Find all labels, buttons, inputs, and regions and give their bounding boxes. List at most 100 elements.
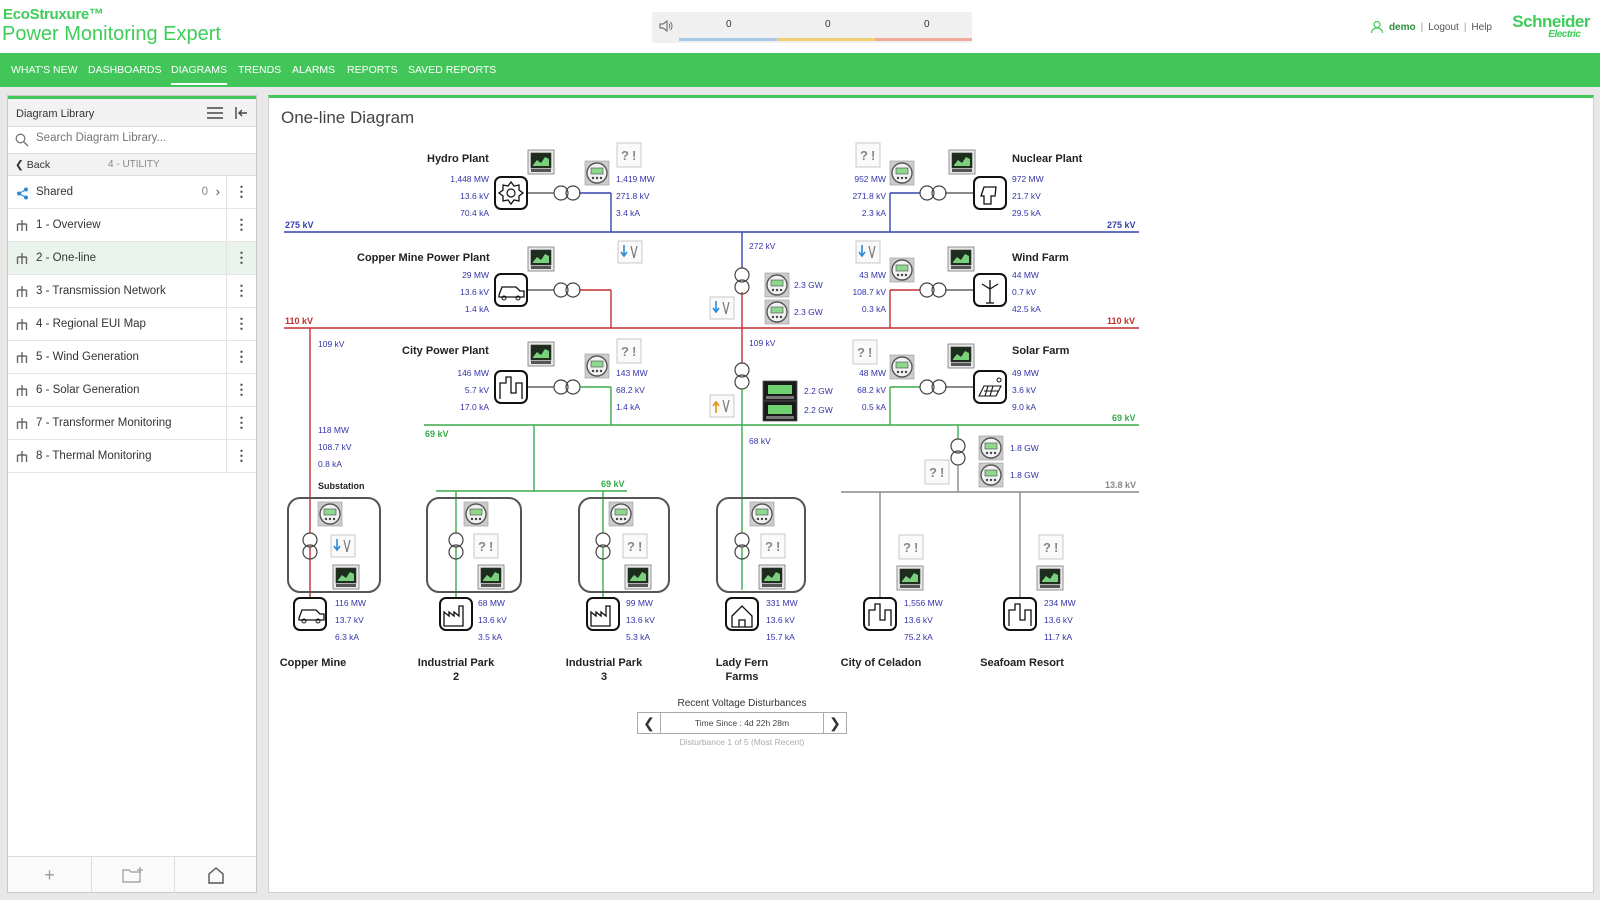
menu-icon[interactable] <box>207 107 223 119</box>
city-power-plant[interactable]: City Power Plant 146 MW 5.7 kV 17.0 kA 1… <box>402 338 648 425</box>
prev-disturbance-button[interactable]: ❮ <box>637 712 661 734</box>
voltage-sag-icon[interactable] <box>855 240 881 264</box>
nav-diagrams[interactable]: DIAGRAMS <box>171 64 228 85</box>
solar-panel-icon[interactable] <box>973 370 1007 404</box>
meter-icon[interactable] <box>317 501 343 527</box>
meter-icon[interactable] <box>584 353 610 379</box>
substation-copper-mine[interactable]: 109 kV 118 MW 108.7 kV 0.8 kA Substation <box>287 328 381 631</box>
status-unknown-icon[interactable] <box>473 533 499 559</box>
voltage-sag-icon[interactable] <box>617 240 643 264</box>
farm-house-icon[interactable] <box>725 597 759 631</box>
meter-icon[interactable] <box>764 299 790 325</box>
industrial-park-3[interactable] <box>578 497 670 631</box>
kebab-menu-icon[interactable]: ⋮ <box>226 242 256 274</box>
kebab-menu-icon[interactable]: ⋮ <box>226 374 256 406</box>
rtu-device-icon[interactable] <box>762 380 798 402</box>
meter-icon[interactable] <box>978 435 1004 461</box>
add-folder-button[interactable] <box>91 857 174 893</box>
logout-link[interactable]: Logout <box>1428 22 1459 33</box>
library-item-overview[interactable]: 1 - Overview ⋮ <box>8 209 256 242</box>
home-button[interactable] <box>174 857 257 893</box>
status-unknown-icon[interactable] <box>924 459 950 485</box>
kebab-menu-icon[interactable]: ⋮ <box>226 176 256 208</box>
meter-icon[interactable] <box>463 501 489 527</box>
power-meter-icon[interactable] <box>947 343 975 369</box>
power-meter-icon[interactable] <box>527 341 555 367</box>
library-item-wind-generation[interactable]: 5 - Wind Generation ⋮ <box>8 341 256 374</box>
meter-icon[interactable] <box>608 501 634 527</box>
library-item-regional-eui-map[interactable]: 4 - Regional EUI Map ⋮ <box>8 308 256 341</box>
meter-icon[interactable] <box>889 160 915 186</box>
status-unknown-icon[interactable] <box>616 338 642 364</box>
back-button[interactable]: ❮ Back <box>15 159 50 171</box>
solar-farm[interactable]: Solar Farm 49 MW 3.6 kV 9.0 kA 48 MW 68.… <box>852 339 1070 425</box>
power-meter-icon[interactable] <box>1036 565 1064 591</box>
hydro-plant[interactable]: Hydro Plant 1,448 MW 13.6 kV 70.4 kA 1,4… <box>427 142 655 232</box>
status-unknown-icon[interactable] <box>616 142 642 168</box>
library-item-transformer-monitoring[interactable]: 7 - Transformer Monitoring ⋮ <box>8 407 256 440</box>
status-unknown-icon[interactable] <box>855 142 881 168</box>
industrial-park-2[interactable] <box>426 497 522 631</box>
library-item-one-line[interactable]: 2 - One-line ⋮ <box>8 242 256 275</box>
kebab-menu-icon[interactable]: ⋮ <box>226 407 256 439</box>
kebab-menu-icon[interactable]: ⋮ <box>226 275 256 307</box>
power-meter-icon[interactable] <box>948 149 976 175</box>
collapse-panel-icon[interactable] <box>234 106 248 120</box>
kebab-menu-icon[interactable]: ⋮ <box>226 440 256 472</box>
status-unknown-icon[interactable] <box>760 533 786 559</box>
status-unknown-icon[interactable] <box>622 533 648 559</box>
next-disturbance-button[interactable]: ❯ <box>823 712 847 734</box>
reading: 13.6 kV <box>766 615 795 625</box>
power-meter-icon[interactable] <box>896 565 924 591</box>
power-meter-icon[interactable] <box>527 246 555 272</box>
search-input[interactable] <box>36 132 246 144</box>
nav-reports[interactable]: REPORTS <box>347 64 398 76</box>
nav-saved-reports[interactable]: SAVED REPORTS <box>408 64 496 76</box>
nuclear-plant[interactable]: Nuclear Plant 972 MW 21.7 kV 29.5 kA 952… <box>852 142 1083 232</box>
library-item-solar-generation[interactable]: 6 - Solar Generation ⋮ <box>8 374 256 407</box>
nav-dashboards[interactable]: DASHBOARDS <box>88 64 162 76</box>
power-meter-icon[interactable] <box>332 564 360 590</box>
username-link[interactable]: demo <box>1389 22 1416 33</box>
library-item-transmission-network[interactable]: 3 - Transmission Network ⋮ <box>8 275 256 308</box>
wind-farm[interactable]: Wind Farm 44 MW 0.7 kV 42.5 kA 43 MW 108… <box>852 240 1069 328</box>
nav-whats-new[interactable]: WHAT'S NEW <box>11 64 78 76</box>
power-meter-icon[interactable] <box>758 564 786 590</box>
status-unknown-icon[interactable] <box>898 534 924 560</box>
library-item-thermal-monitoring[interactable]: 8 - Thermal Monitoring ⋮ <box>8 440 256 473</box>
speaker-icon[interactable] <box>658 18 674 34</box>
help-link[interactable]: Help <box>1471 22 1492 33</box>
meter-icon[interactable] <box>889 354 915 380</box>
power-meter-icon[interactable] <box>624 564 652 590</box>
nav-alarms[interactable]: ALARMS <box>292 64 335 76</box>
nav-trends[interactable]: TRENDS <box>238 64 281 76</box>
lady-fern-farms[interactable] <box>716 497 806 631</box>
rtu-device-icon[interactable] <box>762 400 798 422</box>
add-diagram-button[interactable]: + <box>8 857 91 893</box>
meter-icon[interactable] <box>889 257 915 283</box>
voltage-sag-icon[interactable] <box>330 534 356 558</box>
power-meter-icon[interactable] <box>477 564 505 590</box>
copper-mine-power-plant[interactable]: Copper Mine Power Plant 29 MW 13.6 kV 1.… <box>357 246 612 328</box>
voltage-sag-icon[interactable] <box>709 296 735 320</box>
kebab-menu-icon[interactable]: ⋮ <box>226 209 256 241</box>
meter-icon[interactable] <box>764 272 790 298</box>
status-unknown-icon[interactable] <box>1038 534 1064 560</box>
status-unknown-icon[interactable] <box>852 339 878 365</box>
meter-icon[interactable] <box>584 160 610 186</box>
one-line-diagram: ? ! <box>280 142 1139 683</box>
kebab-menu-icon[interactable]: ⋮ <box>226 308 256 340</box>
meter-icon[interactable] <box>978 462 1004 488</box>
voltage-swell-icon[interactable] <box>709 394 735 418</box>
tie-69-13.8[interactable]: 1.8 GW 1.8 GW <box>924 425 1039 492</box>
chevron-right-icon[interactable]: › <box>216 184 220 199</box>
power-meter-icon[interactable] <box>947 246 975 272</box>
meter-icon[interactable] <box>749 501 775 527</box>
power-meter-icon[interactable] <box>527 149 555 175</box>
mining-generator-icon[interactable] <box>494 273 528 307</box>
kebab-menu-icon[interactable]: ⋮ <box>226 341 256 373</box>
library-shared-row[interactable]: Shared 0 › ⋮ <box>8 176 256 209</box>
tie-275-110[interactable]: 272 kV 2.3 GW 2.3 GW <box>617 232 823 328</box>
bus-label: 110 kV <box>1107 316 1135 326</box>
alarm-summary[interactable]: 0 0 0 <box>652 12 972 43</box>
